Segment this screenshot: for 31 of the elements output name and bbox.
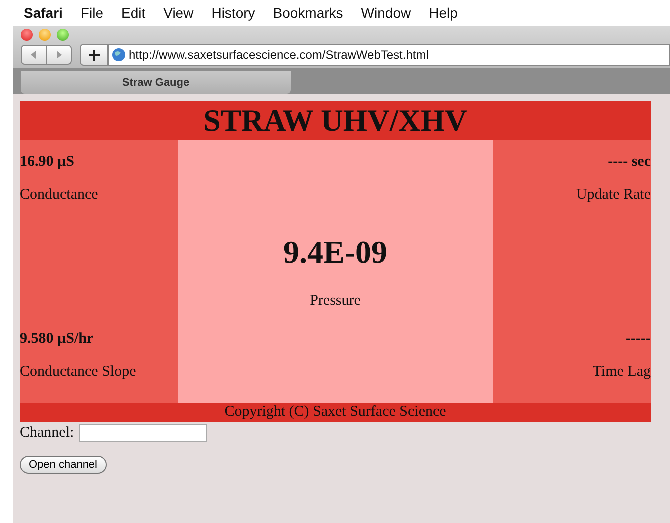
- menu-item[interactable]: Help: [429, 5, 458, 21]
- add-bookmark-button[interactable]: [80, 44, 108, 66]
- menu-item[interactable]: File: [80, 5, 104, 21]
- reading-label: Time Lag: [592, 364, 651, 381]
- reading-value: ---- sec: [607, 154, 651, 171]
- reading-label: Update Rate: [576, 187, 651, 204]
- menu-item[interactable]: Edit: [121, 5, 146, 21]
- page-title: STRAW UHV/XHV: [20, 101, 651, 140]
- close-icon[interactable]: [21, 29, 33, 41]
- reading-value: 9.580 µS/hr: [20, 331, 95, 348]
- menu-item[interactable]: Safari: [24, 5, 63, 21]
- menu-item[interactable]: History: [212, 5, 256, 21]
- copyright-footer: Copyright (C) Saxet Surface Science: [20, 403, 651, 422]
- browser-tab[interactable]: Straw Gauge: [21, 71, 291, 94]
- channel-label: Channel:: [20, 424, 74, 442]
- reading-label: Conductance: [20, 187, 100, 204]
- plus-icon: [88, 50, 100, 60]
- channel-field[interactable]: [79, 424, 208, 442]
- address-field[interactable]: http://www.saxetsurfacescience.com/StrawWebTest.html: [108, 44, 670, 66]
- reading-value: 16.90 µS: [20, 154, 76, 171]
- open-channel-button[interactable]: Open channel: [20, 456, 106, 474]
- pressure-label: Pressure: [310, 292, 361, 310]
- menu-item[interactable]: Bookmarks: [273, 5, 344, 21]
- pressure-value: 9.4E-09: [284, 234, 388, 270]
- reading-label: Conductance Slope: [20, 364, 138, 381]
- reading-value: -----: [625, 331, 651, 348]
- minimize-icon[interactable]: [39, 29, 51, 41]
- zoom-icon[interactable]: [57, 29, 69, 41]
- globe-icon: [112, 48, 126, 62]
- menu-item[interactable]: Window: [361, 5, 412, 21]
- menu-item[interactable]: View: [164, 5, 194, 21]
